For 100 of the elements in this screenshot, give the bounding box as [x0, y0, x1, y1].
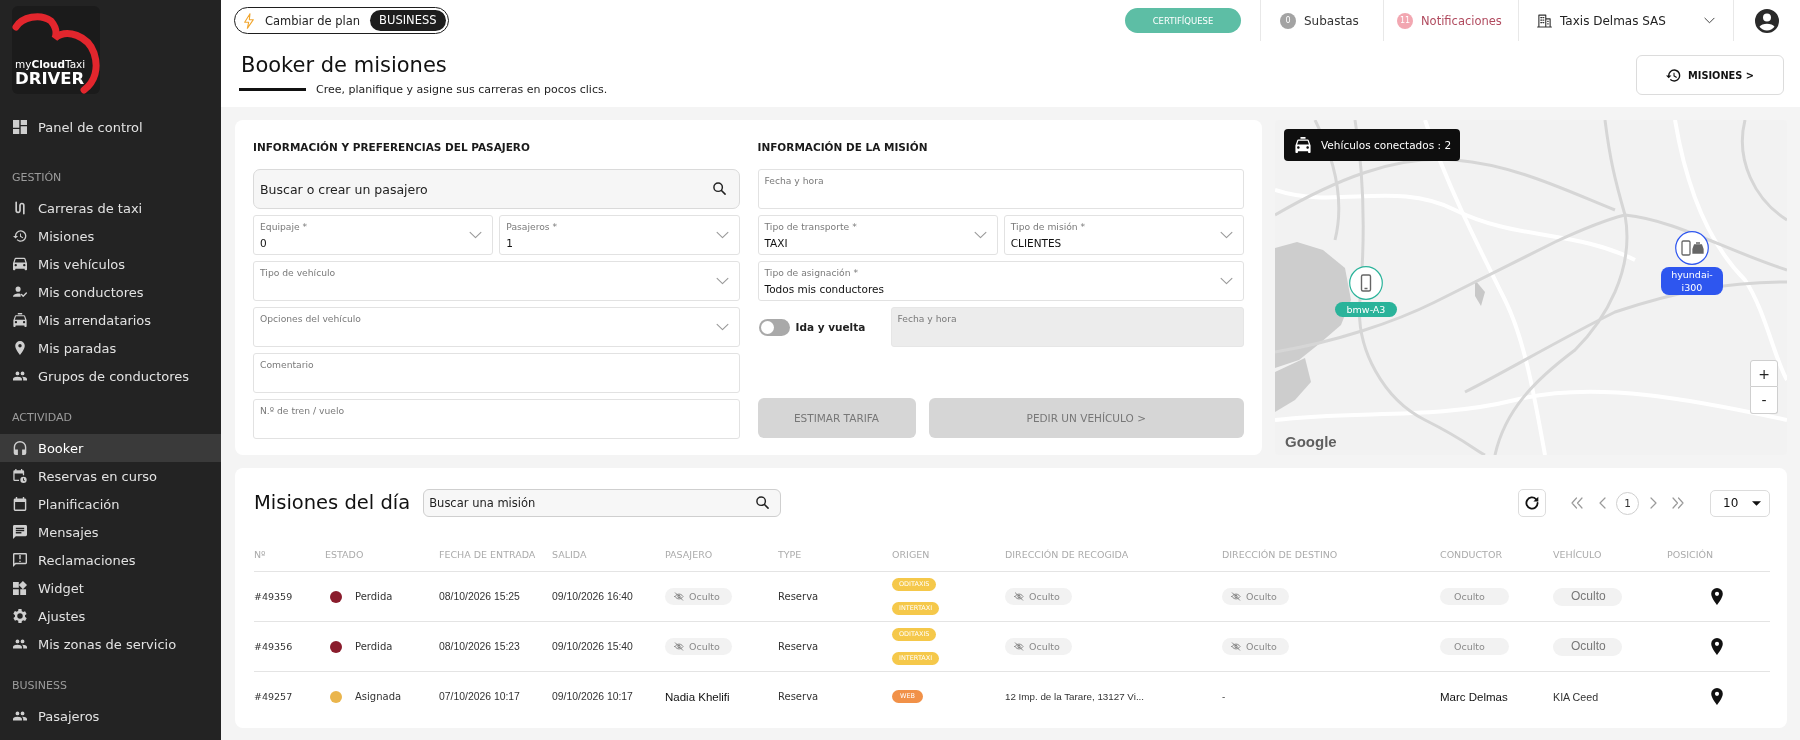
missions-button[interactable]: MISIONES >	[1636, 55, 1784, 95]
field-value: TAXI	[764, 237, 788, 250]
sidebar-item[interactable]: Reclamaciones	[0, 546, 221, 574]
destination-address: -	[1222, 691, 1226, 702]
sidebar-item[interactable]: Misiones	[0, 222, 221, 250]
select-field[interactable]: Equipaje * 0	[253, 215, 494, 255]
refresh-button[interactable]	[1518, 489, 1546, 517]
sidebar-item[interactable]: Reservas en curso	[0, 462, 221, 490]
select-field[interactable]: Tipo de misión * CLIENTES	[1003, 215, 1244, 255]
sidebar-item[interactable]: Booker	[0, 434, 221, 462]
chat-icon	[13, 525, 27, 539]
select-field[interactable]: Tipo de vehículo	[253, 261, 740, 301]
chevron-down-icon	[469, 231, 483, 239]
refresh-icon	[1525, 496, 1539, 510]
text-field[interactable]: N.º de tren / vuelo	[253, 399, 740, 439]
hidden-value-chip: Oculto	[1440, 588, 1509, 605]
calendar-icon	[13, 497, 27, 511]
chevron-left-icon[interactable]	[1599, 497, 1606, 509]
sidebar-item[interactable]: Mensajes	[0, 518, 221, 546]
sidebar-item[interactable]: Planificación	[0, 490, 221, 518]
route-icon	[13, 201, 27, 215]
chevron-down-icon	[715, 323, 729, 331]
chevron-down-icon	[1220, 231, 1233, 239]
people-icon	[13, 637, 27, 651]
field-label: Tipo de vehículo	[260, 267, 336, 279]
plan-badge: BUSINESS	[370, 10, 446, 31]
sidebar-item[interactable]: Carreras de taxi	[0, 194, 221, 222]
sidebar-item[interactable]: Mis zonas de servicio	[0, 630, 221, 658]
change-plan-button[interactable]: Cambiar de plan BUSINESS	[234, 7, 449, 34]
logo-text: myCloudTaxi	[15, 58, 86, 70]
toggle-label: Ida y vuelta	[795, 321, 866, 333]
zoom-in-button[interactable]: +	[1750, 360, 1778, 387]
section-title: Misiones del día	[254, 491, 411, 515]
column-header: PASAJERO	[665, 548, 713, 560]
taxi-icon	[1295, 137, 1311, 153]
sidebar-item[interactable]: Mis paradas	[0, 334, 221, 362]
sidebar-item[interactable]: Mis conductores	[0, 278, 221, 306]
text-field[interactable]: Comentario	[253, 353, 740, 393]
select-field[interactable]: Pasajeros * 1	[499, 215, 740, 255]
sidebar-item[interactable]: Panel de control	[0, 113, 221, 141]
column-header: TYPE	[778, 548, 802, 560]
hidden-value-text: Oculto	[1246, 590, 1277, 604]
mission-type: Reserva	[778, 591, 819, 602]
sidebar-item[interactable]: Grupos de conductores	[0, 362, 221, 390]
sidebar-item[interactable]: Ajustes	[0, 602, 221, 630]
eye-slash-icon	[1231, 592, 1241, 601]
status-label: Asignada	[355, 691, 402, 702]
location-pin-icon[interactable]	[1711, 638, 1723, 655]
phone-marker-icon[interactable]	[1349, 266, 1383, 300]
chevron-down-icon	[715, 277, 729, 285]
column-header: ORIGEN	[892, 548, 930, 560]
field-label: Comentario	[260, 359, 314, 371]
column-header: VEHÍCULO	[1553, 548, 1602, 560]
lightning-icon	[244, 12, 254, 29]
page-size-select[interactable]: 10	[1710, 489, 1770, 517]
mission-type: Reserva	[778, 691, 819, 702]
eye-slash-icon	[674, 642, 684, 651]
chevron-right-icon[interactable]	[1650, 497, 1657, 509]
mission-type: Reserva	[778, 641, 819, 652]
double-chevron-left-icon[interactable]	[1571, 497, 1583, 509]
sidebar-item[interactable]: Mis arrendatarios	[0, 306, 221, 334]
location-pin-icon[interactable]	[1711, 588, 1723, 605]
vehicle-label[interactable]: hyundai-i300	[1661, 267, 1723, 295]
double-chevron-right-icon[interactable]	[1672, 497, 1684, 509]
page-title: Booker de misiones	[241, 53, 447, 77]
select-field[interactable]: Tipo de asignación * Todos mis conductores	[757, 261, 1244, 301]
sidebar-item[interactable]: Mis vehículos	[0, 250, 221, 278]
exit-date: 09/10/2026 16:40	[552, 591, 633, 602]
mission-number: #49257	[254, 691, 293, 702]
search-field[interactable]: Buscar una misión	[423, 489, 782, 517]
user-avatar-icon[interactable]	[1755, 8, 1779, 33]
auctions-link[interactable]: Subastas	[1304, 13, 1359, 28]
section-heading: INFORMACIÓN Y PREFERENCIAS DEL PASAJERO	[253, 140, 530, 155]
column-header: POSICIÓN	[1667, 548, 1714, 560]
select-field[interactable]: Tipo de transporte * TAXI	[757, 215, 998, 255]
chevron-down-icon	[1704, 17, 1715, 24]
sidebar-item[interactable]: Pasajeros	[0, 702, 221, 730]
chevron-down-icon	[715, 231, 729, 239]
dashboard-icon	[13, 120, 27, 134]
notifications-link[interactable]: Notificaciones	[1421, 13, 1502, 28]
location-pin-icon[interactable]	[1711, 688, 1723, 705]
date-field[interactable]: Fecha y hora	[757, 169, 1244, 209]
company-selector[interactable]: Taxis Delmas SAS	[1537, 5, 1715, 36]
sidebar-item[interactable]: Widget	[0, 574, 221, 602]
hidden-value-chip: Oculto	[1553, 587, 1622, 606]
phone-car-marker-icon[interactable]	[1675, 231, 1709, 265]
zoom-out-button[interactable]: -	[1750, 387, 1778, 414]
select-field[interactable]: Opciones del vehículo	[253, 307, 740, 347]
hidden-value-text: Oculto	[1246, 640, 1277, 654]
search-field[interactable]: Buscar o crear un pasajero	[253, 169, 740, 209]
chevron-down-icon	[1220, 277, 1233, 285]
column-header: ESTADO	[325, 548, 364, 560]
hidden-value-text: Oculto	[1029, 590, 1060, 604]
taxi-icon	[13, 313, 27, 327]
people-icon	[13, 369, 27, 383]
toggle-switch[interactable]	[758, 318, 790, 336]
page-button[interactable]: 1	[1616, 491, 1639, 515]
vehicle-name: KIA Ceed	[1553, 690, 1599, 703]
connected-vehicles-text: Vehículos conectados : 2	[1321, 139, 1452, 151]
field-value: Todos mis conductores	[764, 283, 884, 296]
